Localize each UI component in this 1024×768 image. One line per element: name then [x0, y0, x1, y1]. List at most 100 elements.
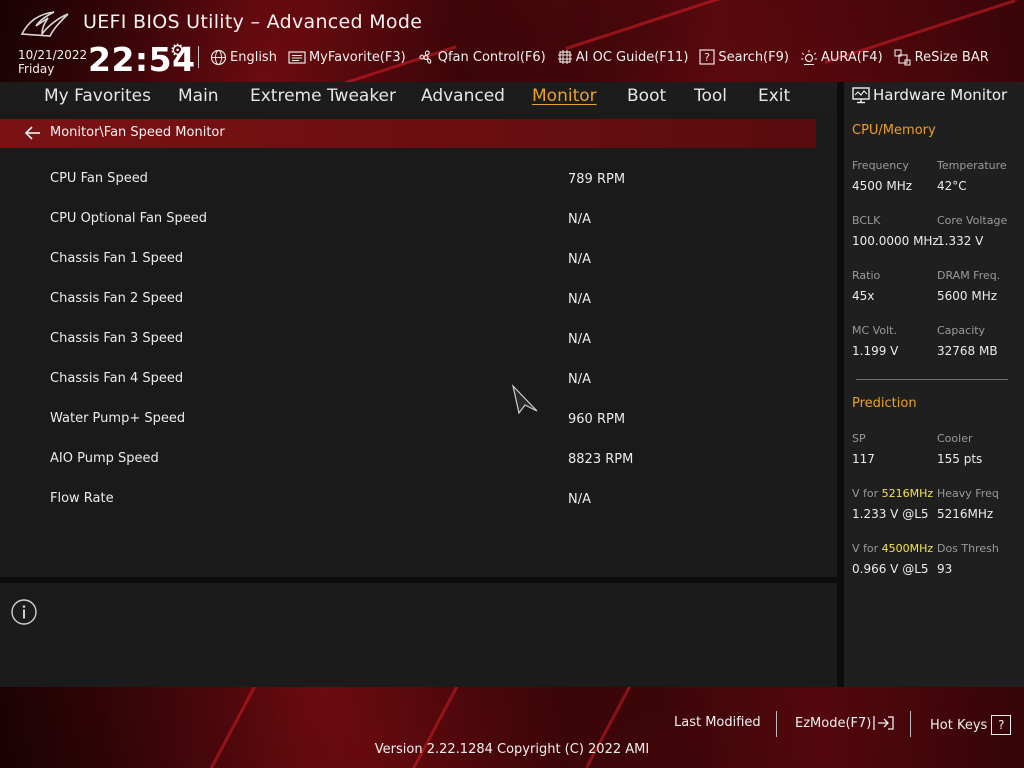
setting-label: Chassis Fan 4 Speed: [50, 371, 184, 386]
version-copyright: Version 2.22.1284 Copyright (C) 2022 AMI: [374, 742, 650, 757]
bclk-label: BCLK: [852, 214, 881, 227]
breadcrumb-path: Monitor\Fan Speed Monitor: [50, 125, 225, 140]
setting-value: N/A: [568, 372, 591, 387]
v-for-1-frequency: 5216MHz: [881, 487, 934, 500]
setting-row-chassis-fan-2-speed[interactable]: Chassis Fan 2 Speed N/A: [0, 277, 816, 317]
dos-thresh-label: Dos Thresh: [937, 542, 999, 555]
setting-value: 960 RPM: [568, 412, 626, 427]
hardware-monitor-header: Hardware Monitor: [852, 86, 1007, 104]
v-for-2-value: 0.966 V @L5: [852, 562, 929, 576]
setting-label: Chassis Fan 3 Speed: [50, 331, 184, 346]
mc-volt-value: 1.199 V: [852, 344, 899, 358]
tab-my-favorites[interactable]: My Favorites: [44, 86, 151, 106]
v-for-2-frequency: 4500MHz: [881, 542, 934, 555]
setting-value: N/A: [568, 292, 591, 307]
search-help-icon: ?: [699, 49, 715, 65]
sp-label: SP: [852, 432, 866, 445]
setting-row-chassis-fan-3-speed[interactable]: Chassis Fan 3 Speed N/A: [0, 317, 816, 357]
setting-label: AIO Pump Speed: [50, 451, 159, 466]
ezmode-label: EzMode(F7): [795, 715, 872, 731]
setting-label: Chassis Fan 1 Speed: [50, 251, 184, 266]
capacity-value: 32768 MB: [937, 344, 998, 358]
date-text: 10/21/2022: [18, 48, 88, 62]
clock-settings-gear-icon[interactable]: ⚙: [170, 41, 185, 61]
setting-label: Chassis Fan 2 Speed: [50, 291, 184, 306]
resize-bar-icon: [894, 48, 911, 66]
top-header: UEFI BIOS Utility – Advanced Mode 10/21/…: [0, 0, 1024, 82]
back-arrow-icon[interactable]: [24, 125, 42, 141]
aura-button[interactable]: AURA(F4): [800, 49, 883, 66]
header-decor-stripe: [565, 0, 795, 51]
ezmode-button[interactable]: EzMode(F7): [795, 715, 895, 731]
tab-advanced[interactable]: Advanced: [421, 86, 505, 106]
tab-monitor[interactable]: Monitor: [532, 86, 597, 106]
ratio-value: 45x: [852, 289, 875, 303]
language-label: English: [230, 49, 277, 65]
setting-label: CPU Optional Fan Speed: [50, 211, 208, 226]
rog-logo-icon: [20, 11, 69, 37]
v-for-text: V for: [852, 542, 879, 555]
window-title: UEFI BIOS Utility – Advanced Mode: [83, 11, 423, 33]
setting-row-cpu-fan-speed[interactable]: CPU Fan Speed 789 RPM: [0, 157, 816, 197]
setting-value: 789 RPM: [568, 172, 626, 187]
ai-chip-icon: [557, 50, 572, 64]
aura-light-icon: [800, 49, 817, 65]
panel-divider: [837, 82, 844, 687]
tab-extreme-tweaker[interactable]: Extreme Tweaker: [250, 86, 396, 106]
resize-bar-label: ReSize BAR: [914, 49, 989, 65]
myfavorite-button[interactable]: MyFavorite(F3): [288, 50, 406, 65]
cooler-value: 155 pts: [937, 452, 983, 466]
date-display: 10/21/2022 Friday: [18, 48, 87, 76]
setting-label: CPU Fan Speed: [50, 171, 148, 186]
v-for-1-value: 1.233 V @L5: [852, 507, 929, 521]
hardware-monitor-panel: Hardware Monitor CPU/Memory Frequency Te…: [844, 82, 1024, 687]
last-modified-label: Last Modified: [674, 715, 761, 730]
setting-row-chassis-fan-4-speed[interactable]: Chassis Fan 4 Speed N/A: [0, 357, 816, 397]
footer-divider: [776, 711, 777, 737]
language-button[interactable]: English: [210, 49, 277, 66]
v-for-1-label: V for 5216MHz: [852, 487, 933, 500]
ai-oc-guide-button[interactable]: AI OC Guide(F11): [557, 49, 689, 65]
favorite-icon: [288, 50, 306, 64]
heavy-freq-label: Heavy Freq: [937, 487, 999, 500]
setting-row-chassis-fan-1-speed[interactable]: Chassis Fan 1 Speed N/A: [0, 237, 816, 277]
hot-keys-button[interactable]: Hot Keys ?: [930, 715, 1012, 735]
tab-exit[interactable]: Exit: [758, 86, 790, 106]
hardware-monitor-divider: [856, 379, 1008, 380]
temperature-label: Temperature: [937, 159, 1007, 172]
cooler-label: Cooler: [937, 432, 973, 445]
last-modified-button[interactable]: Last Modified: [674, 715, 761, 730]
setting-value: N/A: [568, 212, 591, 227]
qfan-control-button[interactable]: Qfan Control(F6): [417, 49, 546, 66]
bclk-value: 100.0000 MHz: [852, 234, 939, 248]
tab-boot[interactable]: Boot: [627, 86, 666, 106]
frequency-label: Frequency: [852, 159, 909, 172]
dos-thresh-value: 93: [937, 562, 953, 576]
dram-freq-label: DRAM Freq.: [937, 269, 1001, 282]
footer-divider: [910, 711, 911, 737]
ai-oc-guide-label: AI OC Guide(F11): [575, 49, 689, 65]
setting-row-water-pump-speed[interactable]: Water Pump+ Speed 960 RPM: [0, 397, 816, 437]
tab-tool[interactable]: Tool: [694, 86, 727, 106]
monitor-screen-icon: [852, 86, 870, 103]
setting-label: Water Pump+ Speed: [50, 411, 186, 426]
dram-freq-value: 5600 MHz: [937, 289, 998, 303]
setting-row-flow-rate[interactable]: Flow Rate N/A: [0, 477, 816, 517]
exit-to-ezmode-icon: [873, 716, 895, 730]
svg-text:?: ?: [704, 51, 710, 64]
search-button[interactable]: ? Search(F9): [699, 49, 789, 65]
setting-row-aio-pump-speed[interactable]: AIO Pump Speed 8823 RPM: [0, 437, 816, 477]
tab-main[interactable]: Main: [178, 86, 219, 106]
core-voltage-value: 1.332 V: [937, 234, 984, 248]
bottom-footer: Last Modified EzMode(F7) Hot Keys ? Vers…: [0, 687, 1024, 768]
capacity-label: Capacity: [937, 324, 986, 337]
v-for-2-label: V for 4500MHz: [852, 542, 933, 555]
setting-value: N/A: [568, 332, 591, 347]
help-question-icon: ?: [991, 715, 1012, 735]
ratio-label: Ratio: [852, 269, 881, 282]
fan-icon: [419, 49, 432, 64]
resize-bar-button[interactable]: ReSize BAR: [894, 48, 989, 66]
setting-row-cpu-optional-fan-speed[interactable]: CPU Optional Fan Speed N/A: [0, 197, 816, 237]
search-label: Search(F9): [718, 49, 789, 65]
header-divider: [198, 46, 199, 68]
